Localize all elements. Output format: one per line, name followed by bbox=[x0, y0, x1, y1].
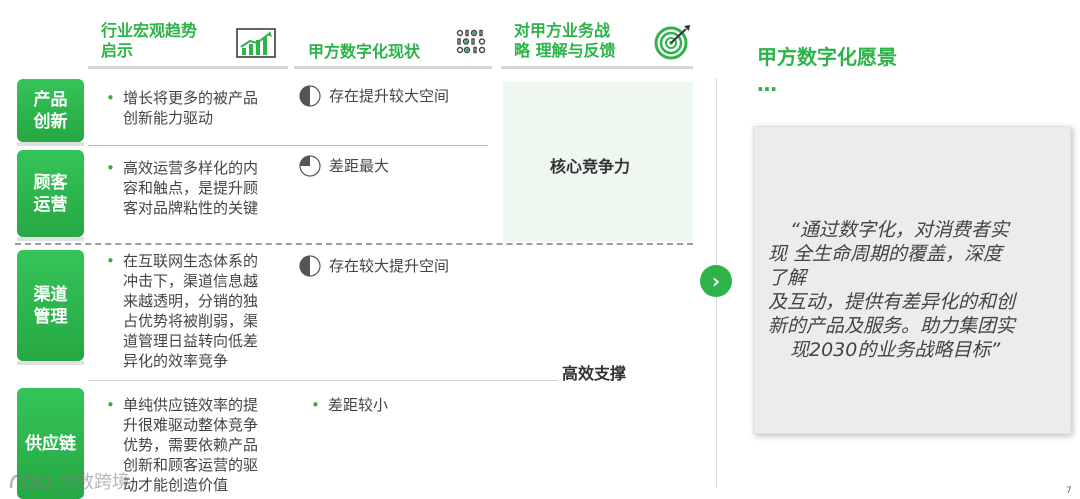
status-text: 存在提升较大空间 bbox=[329, 87, 450, 105]
header-line: 行业宏观趋势 bbox=[101, 21, 198, 40]
insight-line: 创新和顾客运营的驱 bbox=[123, 456, 259, 474]
watermark-text: 大数跨境 bbox=[58, 472, 130, 493]
page-number: 7 bbox=[1066, 486, 1072, 496]
insight-line: 占优势将被削弱，渠 bbox=[123, 312, 259, 330]
tab-label: 渠道 bbox=[33, 284, 68, 305]
bullet-dot: • bbox=[311, 396, 320, 414]
watermark: 大数跨境 bbox=[8, 468, 130, 494]
status-customer-operation: 差距最大 bbox=[299, 155, 389, 177]
vision-quote: “通过数字化，对消费者实 现 全生命周期的覆盖，深度 了解 及互动，提供有差异化… bbox=[768, 218, 1064, 362]
insight-supply-chain: • 单纯供应链效率的提 升很难驱动整体竞争 优势，需要依赖产品 创新和顾客运营的… bbox=[106, 395, 259, 495]
insight-line: 道管理日益转向低差 bbox=[123, 332, 259, 350]
quarter-pie-icon bbox=[299, 155, 321, 177]
trend-chart-icon bbox=[236, 28, 276, 58]
header-strategy-feedback: 对甲方业务战 略 理解与反馈 bbox=[514, 21, 616, 61]
insight-customer-operation: • 高效运营多样化的内 容和触点，是提升顾 客对品牌粘性的关键 bbox=[106, 158, 259, 218]
insight-line: 升很难驱动整体竞争 bbox=[123, 416, 259, 434]
insight-line: 单纯供应链效率的提 bbox=[123, 396, 259, 414]
tab-label: 管理 bbox=[33, 306, 68, 327]
section-dashed-divider bbox=[15, 243, 693, 245]
tab-label: 产品 bbox=[33, 89, 68, 110]
half-pie-icon bbox=[299, 255, 321, 277]
status-channel-management: 存在较大提升空间 bbox=[299, 255, 449, 277]
tab-product-innovation: 产品 创新 bbox=[17, 79, 84, 142]
watermark-logo-icon bbox=[9, 474, 52, 490]
header-digital-status: 甲方数字化现状 bbox=[308, 42, 421, 61]
insight-line: 增长将更多的被产品 bbox=[123, 89, 259, 107]
tab-label: 运营 bbox=[33, 194, 68, 215]
tab-shadow bbox=[17, 361, 84, 365]
quote-line: 了解 bbox=[768, 267, 807, 289]
insight-line: 容和触点，是提升顾 bbox=[123, 179, 259, 197]
row-divider bbox=[88, 380, 558, 381]
header-industry-trends: 行业宏观趋势 启示 bbox=[101, 21, 197, 61]
insight-line: 动才能创造价值 bbox=[123, 476, 229, 494]
insight-line: 在互联网生态体系的 bbox=[123, 252, 259, 270]
next-arrow-button[interactable]: › bbox=[700, 265, 732, 297]
quote-line: “通过数字化，对消费者实 bbox=[790, 219, 1009, 241]
header-line: 对甲方业务战 bbox=[514, 21, 611, 40]
header-line: 略 理解与反馈 bbox=[514, 41, 616, 60]
target-icon bbox=[654, 25, 690, 60]
status-supply-chain: • 差距较小 bbox=[311, 395, 389, 415]
insight-line: 创新能力驱动 bbox=[123, 109, 214, 127]
header-line: 启示 bbox=[101, 41, 134, 60]
binary-code-icon bbox=[456, 29, 486, 54]
bullet-dot: • bbox=[106, 89, 115, 107]
bullet-dot: • bbox=[106, 159, 115, 177]
half-pie-icon bbox=[299, 85, 321, 107]
tab-label: 顾客 bbox=[33, 172, 68, 193]
status-text: 差距最大 bbox=[329, 157, 390, 175]
bullet-dot: • bbox=[106, 252, 115, 270]
insight-line: 来越透明，分销的独 bbox=[123, 292, 259, 310]
bullet-dot: • bbox=[106, 396, 115, 414]
vision-title: 甲方数字化愿景 bbox=[757, 45, 897, 69]
tab-customer-operation: 顾客 运营 bbox=[17, 150, 84, 237]
insight-product-innovation: • 增长将更多的被产品 创新能力驱动 bbox=[106, 88, 259, 128]
row-divider bbox=[88, 145, 488, 146]
insight-channel-management: • 在互联网生态体系的 冲击下，渠道信息越 来越透明，分销的独 占优势将被削弱，… bbox=[106, 251, 259, 371]
tab-shadow bbox=[17, 142, 84, 146]
tab-shadow bbox=[17, 237, 84, 241]
insight-line: 冲击下，渠道信息越 bbox=[123, 272, 259, 290]
status-text: 差距较小 bbox=[328, 396, 389, 414]
vision-ellipsis: … bbox=[757, 72, 777, 96]
tab-label: 供应链 bbox=[25, 433, 76, 454]
efficient-support-label: 高效支撑 bbox=[562, 364, 627, 383]
header-underline bbox=[88, 66, 288, 69]
header-underline bbox=[501, 66, 693, 69]
quote-line: 新的产品及服务。助力集团实 bbox=[768, 315, 1016, 337]
tab-channel-management: 渠道 管理 bbox=[17, 250, 84, 361]
core-competitiveness-label: 核心竞争力 bbox=[550, 157, 631, 176]
insight-line: 高效运营多样化的内 bbox=[123, 159, 259, 177]
chevron-right-icon: › bbox=[711, 269, 721, 293]
insight-line: 优势，需要依赖产品 bbox=[123, 436, 259, 454]
quote-line: 及互动，提供有差异化的和创 bbox=[768, 291, 1016, 313]
insight-line: 异化的效率竞争 bbox=[123, 352, 229, 370]
quote-line: 现 全生命周期的覆盖，深度 bbox=[768, 243, 1003, 265]
status-product-innovation: 存在提升较大空间 bbox=[299, 85, 449, 107]
tab-label: 创新 bbox=[33, 111, 68, 132]
insight-line: 客对品牌粘性的关键 bbox=[123, 199, 259, 217]
quote-line: 现2030的业务战略目标” bbox=[790, 339, 1001, 361]
header-underline bbox=[294, 66, 492, 69]
status-text: 存在较大提升空间 bbox=[329, 257, 450, 275]
